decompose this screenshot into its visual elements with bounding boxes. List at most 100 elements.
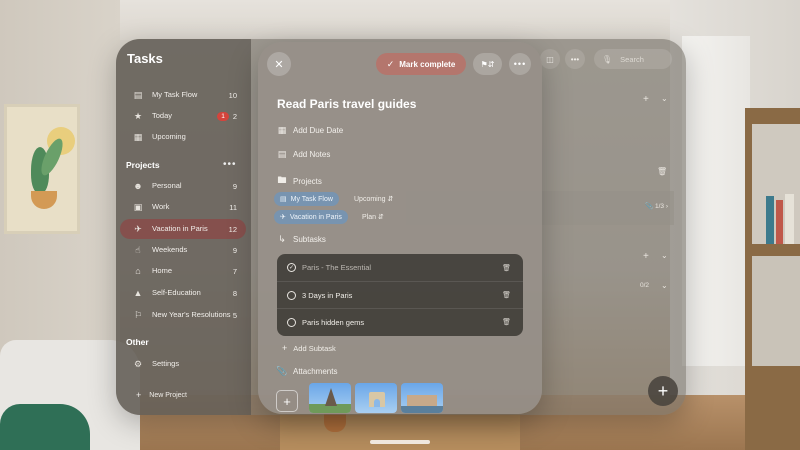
add-due-date-button[interactable]: ▦ Add Due Date (276, 125, 344, 136)
add-attachment-button[interactable]: + (276, 390, 298, 412)
task-title[interactable]: Read Paris travel guides (277, 97, 416, 111)
window-curtain (682, 36, 750, 366)
circle-icon[interactable] (287, 290, 296, 300)
plus-icon: + (282, 343, 288, 353)
checkmark-icon: ✓ (386, 58, 395, 69)
sidebar-item-upcoming[interactable]: ▦ Upcoming (120, 127, 246, 147)
flag-priority-button[interactable]: ⚑⇵ (473, 53, 502, 75)
trash-icon[interactable]: 🗑 (502, 318, 511, 326)
more-button[interactable]: ••• (509, 53, 531, 75)
subtask-progress: 1/3 (654, 203, 665, 210)
airplane-icon: ✈ (134, 223, 142, 234)
microphone-icon: 🎙 (602, 54, 613, 64)
sidebar-item-home[interactable]: ⌂ Home 7 (120, 261, 246, 281)
chevron-updown-icon: ⇵ (377, 214, 384, 221)
project-chip-vacation-in-paris[interactable]: ✈ Vacation in Paris (274, 210, 348, 224)
subtask-row[interactable]: ✓ Paris - The Essential 🗑 (277, 254, 523, 281)
briefcase-icon: ▣ (133, 201, 143, 212)
add-button[interactable]: + (643, 251, 649, 262)
section-select-plan[interactable]: Plan ⇵ (362, 213, 384, 221)
app-title: Tasks (127, 51, 163, 66)
attachment-thumbnail-eiffel-tower[interactable] (309, 383, 351, 413)
flag-icon: ⚐ (133, 309, 143, 320)
close-icon: ✕ (274, 58, 284, 71)
chevron-down-icon[interactable]: ⌄ (661, 251, 668, 260)
projects-more-button[interactable]: ••• (223, 159, 237, 170)
search-input[interactable]: 🎙 Search (594, 49, 672, 69)
subtask-progress: 0/2 (640, 282, 650, 289)
plus-icon: + (657, 380, 669, 401)
sidebar-item-weekends[interactable]: ☝ Weekends 9 (120, 240, 246, 260)
subtask-arrow-icon: ↳ (278, 234, 286, 244)
window-grabber-bar[interactable] (370, 440, 430, 444)
more-options-button[interactable]: ••• (565, 49, 585, 69)
attachments-label: 📎 Attachments (276, 366, 338, 376)
airplane-icon: ✈ (280, 214, 286, 221)
attachment-thumbnail-arc-de-triomphe[interactable] (355, 383, 397, 413)
plus-icon: + (283, 393, 291, 409)
inbox-icon: ▤ (280, 196, 287, 203)
add-button[interactable]: + (643, 94, 649, 105)
person-icon: ☻ (133, 181, 143, 191)
mark-complete-button[interactable]: ✓ Mark complete (376, 53, 466, 75)
add-task-button[interactable]: + (648, 376, 678, 406)
subtask-row[interactable]: 3 Days in Paris 🗑 (277, 281, 523, 308)
columns-view-button[interactable]: ◫ (540, 49, 560, 69)
trash-icon[interactable]: 🗑 (502, 264, 511, 272)
today-badge: 1 (217, 111, 229, 121)
book (766, 196, 774, 244)
subtask-list: ✓ Paris - The Essential 🗑 3 Days in Pari… (277, 254, 523, 336)
chevron-updown-icon: ⇵ (387, 196, 394, 203)
chevron-right-icon: › (665, 203, 668, 210)
notes-icon: ▤ (277, 149, 287, 159)
toolbar: ◫ ••• (540, 49, 590, 69)
flag-icon: ⚑⇵ (480, 59, 495, 69)
folder-icon: 🖿 (277, 175, 287, 185)
sidebar-item-today[interactable]: ★ Today 1 2 (120, 106, 246, 126)
inbox-icon: ▤ (133, 89, 143, 100)
projects-label: 🖿 Projects (276, 173, 321, 189)
gear-icon: ⚙ (133, 358, 143, 369)
house-icon: ⌂ (135, 266, 141, 276)
sidebar-item-my-task-flow[interactable]: ▤ My Task Flow 10 (120, 85, 246, 105)
plus-icon: + (136, 390, 142, 400)
calendar-icon: ▦ (277, 125, 287, 135)
pillow (0, 404, 90, 450)
sidebar-item-settings[interactable]: ⚙ Settings (120, 354, 246, 374)
columns-icon: ◫ (546, 54, 554, 64)
sidebar-item-work[interactable]: ▣ Work 11 (120, 197, 246, 217)
wall-painting (4, 104, 80, 234)
circle-icon[interactable] (287, 317, 296, 327)
add-subtask-button[interactable]: + Add Subtask (282, 343, 336, 353)
close-button[interactable]: ✕ (267, 52, 291, 76)
chevron-down-icon[interactable]: ⌄ (661, 94, 668, 103)
subtasks-label: ↳ Subtasks (276, 234, 326, 245)
new-project-button[interactable]: + New Project (136, 390, 187, 400)
star-icon: ★ (133, 110, 143, 121)
other-heading: Other (126, 337, 149, 347)
task-detail-sheet: ✕ ✓ Mark complete ⚑⇵ ••• Read Paris trav… (258, 42, 542, 414)
sidebar-item-new-years-resolutions[interactable]: ⚐ New Year's Resolutions 5 (120, 303, 246, 327)
book (776, 200, 783, 244)
attachment-thumbnail-riverside-building[interactable] (401, 383, 443, 413)
ellipsis-icon: ••• (513, 59, 527, 69)
checked-circle-icon[interactable]: ✓ (287, 263, 296, 272)
coffee-table (280, 410, 520, 450)
chevron-down-icon[interactable]: ⌄ (661, 281, 668, 290)
trash-icon[interactable]: 🗑 (502, 291, 511, 299)
thumbs-up-icon: ☝ (135, 244, 141, 255)
book (785, 194, 794, 244)
paperclip-icon: 📎 (645, 203, 654, 210)
sidebar-item-vacation-in-paris[interactable]: ✈ Vacation in Paris 12 (120, 219, 246, 239)
calendar-icon: ▦ (133, 131, 143, 142)
sidebar-item-self-education[interactable]: ▲ Self-Education 8 (120, 283, 246, 303)
paperclip-icon: 📎 (276, 366, 288, 376)
add-notes-button[interactable]: ▤ Add Notes (276, 149, 331, 160)
graduation-cap-icon: ▲ (133, 288, 143, 298)
subtask-row[interactable]: Paris hidden gems 🗑 (277, 308, 523, 335)
sidebar-item-personal[interactable]: ☻ Personal 9 (120, 176, 246, 196)
section-select-upcoming[interactable]: Upcoming ⇵ (354, 195, 393, 203)
projects-heading: Projects (126, 160, 160, 170)
trash-icon[interactable]: 🗑 (657, 167, 667, 176)
project-chip-my-task-flow[interactable]: ▤ My Task Flow (274, 192, 339, 206)
